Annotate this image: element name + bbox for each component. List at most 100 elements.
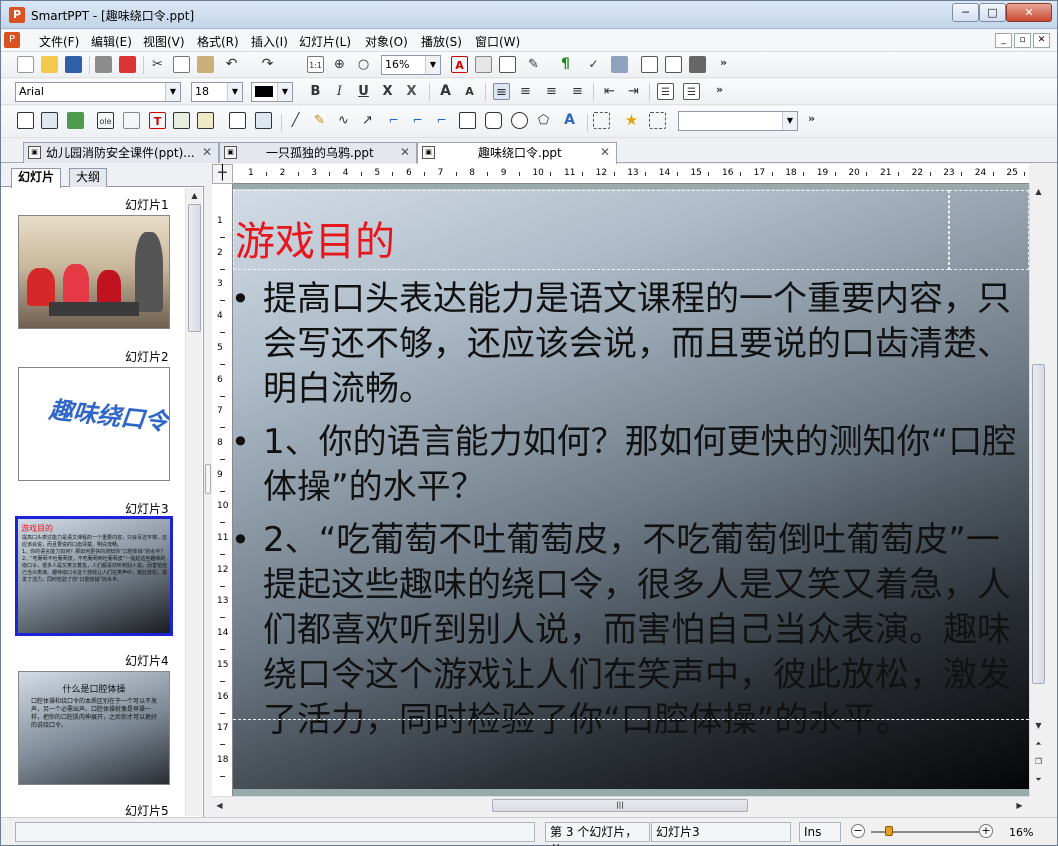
close-button[interactable]: ✕ bbox=[1006, 3, 1052, 22]
tab-close-icon[interactable]: ✕ bbox=[400, 143, 410, 162]
slide-thumb-2[interactable]: 趣味绕口令 bbox=[18, 367, 170, 481]
insert-textbox-icon[interactable] bbox=[17, 112, 34, 129]
shapes-tool-icon[interactable]: ⬠ bbox=[535, 112, 552, 129]
group-icon[interactable] bbox=[593, 112, 610, 129]
insert-table-icon[interactable]: 1:1 bbox=[307, 56, 324, 73]
menu-window[interactable]: 窗口(W) bbox=[475, 33, 520, 50]
connector-tool-icon[interactable]: ⌐ bbox=[385, 112, 402, 129]
zoom-out-button[interactable]: − bbox=[851, 824, 865, 838]
star-effect-icon[interactable]: ★ bbox=[623, 112, 640, 129]
chart-icon[interactable] bbox=[611, 56, 628, 73]
spell-check-icon[interactable]: ✓ bbox=[585, 56, 602, 73]
numbered-list-icon[interactable]: ☰ bbox=[683, 83, 700, 100]
save-icon[interactable] bbox=[65, 56, 82, 73]
arrow-tool-icon[interactable]: ↗ bbox=[359, 112, 376, 129]
justify-icon[interactable]: ≡ bbox=[569, 83, 586, 100]
tab-close-icon[interactable]: ✕ bbox=[600, 143, 610, 162]
menu-object[interactable]: 对象(O) bbox=[365, 33, 408, 50]
insert-media-icon[interactable] bbox=[255, 112, 272, 129]
page-setup-icon[interactable] bbox=[665, 56, 682, 73]
menu-format[interactable]: 格式(R) bbox=[197, 33, 239, 50]
previous-slide-icon[interactable]: ⏶ bbox=[1031, 736, 1046, 751]
curve-tool-icon[interactable]: ∿ bbox=[335, 112, 352, 129]
shadow-button[interactable]: X bbox=[403, 83, 420, 100]
scroll-thumb[interactable] bbox=[1032, 364, 1045, 684]
outline-icon[interactable] bbox=[499, 56, 516, 73]
ungroup-icon[interactable] bbox=[649, 112, 666, 129]
color-picker-select[interactable]: ▼ bbox=[251, 82, 293, 102]
scroll-down-icon[interactable]: ▼ bbox=[1031, 718, 1046, 733]
rounded-rectangle-icon[interactable] bbox=[485, 112, 502, 129]
slide-thumb-4[interactable]: 什么是口腔体操 口腔体操和绕口令的本质区别在于一个可以不发声，另一个必需出声。口… bbox=[18, 671, 170, 785]
slide-body[interactable]: •提高口头表达能力是语文课程的一个重要内容，只会写还不够，还应该会说，而且要说的… bbox=[233, 277, 1029, 751]
toolbar-more-icon-3[interactable]: » bbox=[803, 110, 820, 127]
menu-slide[interactable]: 幻灯片(L) bbox=[299, 33, 351, 50]
tab-kindergarten-fire-safety[interactable]: ▣ 幼儿园消防安全课件(ppt)... ✕ bbox=[23, 142, 219, 163]
copy-icon[interactable] bbox=[173, 56, 190, 73]
tab-slides[interactable]: 幻灯片 bbox=[11, 168, 62, 188]
insert-shape-frame-icon[interactable] bbox=[173, 112, 190, 129]
new-document-icon[interactable] bbox=[17, 56, 34, 73]
ruler-corner[interactable]: ┼ bbox=[212, 164, 233, 184]
insert-ole-icon[interactable]: ole bbox=[97, 112, 114, 129]
maximize-button[interactable]: □ bbox=[979, 3, 1006, 22]
slide-thumb-3-selected[interactable]: 游戏目的 提高口头表达能力是语文课程的一个重要内容，只会写还不够，还应该会说，而… bbox=[15, 516, 173, 636]
tab-tongue-twister[interactable]: ▣ 趣味绕口令.ppt ✕ bbox=[417, 142, 617, 164]
slide-thumb-1[interactable] bbox=[18, 215, 170, 329]
vertical-scrollbar[interactable]: ▲ ▼ ⏶ ❐ ⏷ bbox=[1029, 184, 1046, 796]
paragraph-mark-icon[interactable]: ¶ bbox=[557, 56, 574, 73]
wordart-icon[interactable]: A bbox=[561, 112, 578, 129]
decrease-indent-icon[interactable]: ⇤ bbox=[601, 83, 618, 100]
horizontal-scrollbar[interactable]: ◀ ||| ▶ bbox=[212, 796, 1029, 813]
title-placeholder-handle[interactable] bbox=[949, 190, 1029, 270]
print-icon[interactable] bbox=[95, 56, 112, 73]
3d-object-icon[interactable] bbox=[689, 56, 706, 73]
slide-layout-icon[interactable] bbox=[475, 56, 492, 73]
insert-picture-icon[interactable] bbox=[67, 112, 84, 129]
scroll-left-icon[interactable]: ◀ bbox=[212, 798, 227, 813]
menu-file[interactable]: 文件(F) bbox=[39, 33, 79, 50]
scroll-right-icon[interactable]: ▶ bbox=[1012, 798, 1027, 813]
toolbar-more-icon[interactable]: » bbox=[715, 54, 732, 71]
zoom-select[interactable]: 16% ▼ bbox=[381, 55, 441, 75]
menu-play[interactable]: 播放(S) bbox=[421, 33, 462, 50]
format-painter-icon[interactable]: ✎ bbox=[525, 56, 542, 73]
elbow-connector-icon[interactable]: ⌐ bbox=[409, 112, 426, 129]
insert-text-icon[interactable]: T bbox=[149, 112, 166, 129]
toolbar-more-icon-2[interactable]: » bbox=[711, 81, 728, 98]
zoom-in-icon[interactable]: ⊕ bbox=[331, 56, 348, 73]
minimize-button[interactable]: ─ bbox=[952, 3, 979, 22]
grow-font-button[interactable]: A bbox=[437, 83, 454, 100]
redo-icon[interactable]: ↷ bbox=[259, 56, 276, 73]
tab-close-icon[interactable]: ✕ bbox=[202, 143, 212, 162]
font-name-select[interactable]: Arial ▼ bbox=[15, 82, 181, 102]
underline-button[interactable]: U bbox=[355, 83, 372, 100]
undo-icon[interactable]: ↶ bbox=[223, 56, 240, 73]
increase-indent-icon[interactable]: ⇥ bbox=[625, 83, 642, 100]
mdi-close-button[interactable]: ✕ bbox=[1033, 33, 1050, 48]
line-tool-icon[interactable]: ╱ bbox=[287, 112, 304, 129]
bold-button[interactable]: B bbox=[307, 83, 324, 100]
ellipse-tool-icon[interactable] bbox=[511, 112, 528, 129]
strikethrough-button[interactable]: X bbox=[379, 83, 396, 100]
slide-canvas[interactable]: 游戏目的 •提高口头表达能力是语文课程的一个重要内容，只会写还不够，还应该会说，… bbox=[233, 184, 1029, 796]
zoom-icon[interactable]: ○ bbox=[355, 56, 372, 73]
cut-icon[interactable]: ✂ bbox=[149, 56, 166, 73]
font-color-icon[interactable]: A bbox=[451, 56, 468, 73]
fit-window-icon[interactable]: ❐ bbox=[1031, 754, 1046, 769]
object-select[interactable]: ▼ bbox=[678, 111, 798, 131]
bullet-list-icon[interactable]: ☰ bbox=[657, 83, 674, 100]
slide-title[interactable]: 游戏目的 bbox=[235, 209, 395, 267]
scroll-thumb[interactable] bbox=[188, 204, 201, 332]
menu-view[interactable]: 视图(V) bbox=[143, 33, 185, 50]
open-folder-icon[interactable] bbox=[41, 56, 58, 73]
tab-outline[interactable]: 大纲 bbox=[69, 168, 108, 187]
next-slide-icon[interactable]: ⏷ bbox=[1031, 772, 1046, 787]
insert-table-grid-icon[interactable] bbox=[41, 112, 58, 129]
thumbnail-scrollbar[interactable]: ▲ bbox=[185, 188, 202, 816]
zoom-slider-knob[interactable] bbox=[885, 826, 893, 836]
insert-image-frame-icon[interactable] bbox=[197, 112, 214, 129]
mdi-minimize-button[interactable]: _ bbox=[995, 33, 1012, 48]
mdi-restore-button[interactable]: ▫ bbox=[1014, 33, 1031, 48]
scroll-up-icon[interactable]: ▲ bbox=[1031, 184, 1046, 199]
